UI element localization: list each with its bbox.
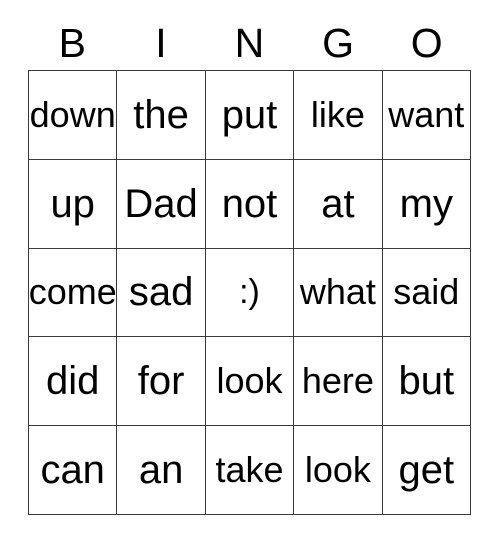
bingo-header-letter-o: O [410, 19, 443, 66]
bingo-cell[interactable]: sad [117, 248, 206, 338]
bingo-cell[interactable]: not [205, 159, 295, 249]
bingo-cell[interactable]: did [29, 337, 118, 427]
bingo-cell-label: can [40, 448, 105, 493]
bingo-cell-label: like [310, 93, 365, 135]
bingo-cell[interactable]: the [117, 71, 206, 160]
bingo-cell-label: look [216, 360, 283, 402]
bingo-cell[interactable]: come [29, 248, 118, 338]
bingo-cell[interactable]: what [294, 248, 383, 338]
bingo-cell-label: the [133, 92, 189, 137]
bingo-cell-label: not [221, 181, 278, 226]
bingo-cell[interactable]: put [205, 71, 295, 160]
bingo-cell-label: an [138, 448, 184, 493]
bingo-cell-label: want [388, 93, 465, 135]
bingo-card: B I N G O down the put like want up Dad … [0, 0, 500, 544]
bingo-cell[interactable]: down [29, 71, 118, 160]
bingo-cell-label: look [304, 449, 371, 491]
bingo-cell-label: what [299, 271, 376, 313]
bingo-cell[interactable]: take [205, 426, 295, 515]
bingo-cell-label: here [301, 360, 374, 402]
bingo-cell[interactable]: for [117, 337, 206, 427]
bingo-cell-label: get [398, 448, 455, 493]
bingo-cell-label: at [321, 181, 355, 226]
bingo-header-letter-b: B [58, 19, 86, 66]
bingo-cell-label: but [398, 359, 455, 404]
bingo-cell[interactable]: my [382, 159, 471, 249]
bingo-cell[interactable]: said [382, 248, 471, 338]
bingo-header-letter-n: N [234, 19, 265, 66]
bingo-cell-label: come [29, 271, 117, 313]
bingo-cell[interactable]: at [294, 159, 383, 249]
bingo-cell-label: did [46, 359, 100, 404]
bingo-cell-label: down [29, 93, 116, 135]
bingo-cell[interactable]: Dad [117, 159, 206, 249]
bingo-cell-label: said [393, 271, 460, 313]
bingo-cell[interactable]: can [29, 426, 118, 515]
bingo-cell-label: take [215, 449, 284, 491]
bingo-cell-label: for [137, 359, 185, 404]
bingo-free-space-cell[interactable]: :) [205, 248, 295, 338]
bingo-cell[interactable]: look [205, 337, 295, 427]
bingo-cell[interactable]: here [294, 337, 383, 427]
bingo-header-letter-i: I [155, 19, 167, 66]
bingo-cell-label: up [50, 181, 95, 226]
smiley-face-icon: :) [239, 273, 260, 312]
bingo-cell[interactable]: up [29, 159, 118, 249]
bingo-grid: down the put like want up Dad not at my … [28, 70, 471, 515]
bingo-cell-label: sad [128, 270, 194, 315]
bingo-cell[interactable]: look [294, 426, 383, 515]
bingo-cell-label: Dad [124, 181, 198, 226]
bingo-header-row: B I N G O [28, 18, 471, 68]
bingo-header-letter-g: G [322, 19, 355, 66]
bingo-cell[interactable]: like [294, 71, 383, 160]
bingo-cell-label: my [399, 181, 453, 226]
bingo-cell[interactable]: an [117, 426, 206, 515]
bingo-cell[interactable]: but [382, 337, 471, 427]
bingo-cell-label: put [221, 92, 278, 137]
bingo-cell[interactable]: get [382, 426, 471, 515]
bingo-cell[interactable]: want [382, 71, 471, 160]
